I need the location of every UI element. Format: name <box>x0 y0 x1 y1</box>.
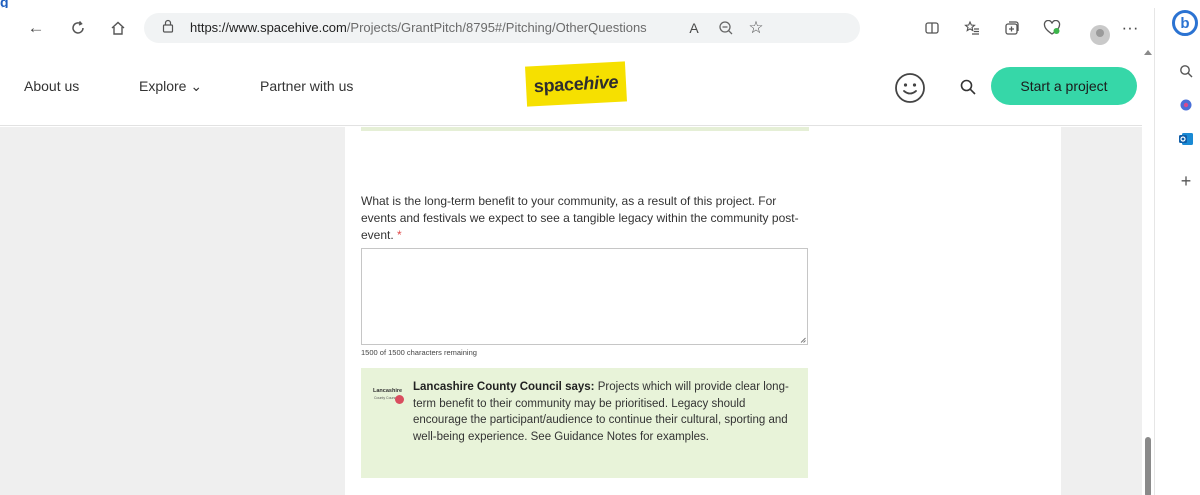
browser-essentials-icon[interactable] <box>1038 14 1066 42</box>
resize-grip-icon[interactable] <box>800 337 806 343</box>
nav-explore[interactable]: Explore ⌄ <box>139 78 202 95</box>
profile-avatar[interactable] <box>1090 25 1110 45</box>
site-search-icon[interactable] <box>960 79 976 95</box>
site-header: About us Explore ⌄ Partner with us space… <box>0 48 1154 126</box>
spacehive-logo[interactable]: spacehive <box>525 61 627 107</box>
favorites-icon[interactable] <box>958 14 986 42</box>
sidebar-add-icon[interactable]: + <box>1177 171 1195 191</box>
site-info-icon[interactable] <box>162 19 178 35</box>
back-icon[interactable]: ← <box>22 14 50 42</box>
edge-sidebar <box>1154 8 1200 495</box>
page-viewport: About us Explore ⌄ Partner with us space… <box>0 48 1154 495</box>
answer-textarea[interactable] <box>361 248 808 345</box>
collections-icon[interactable] <box>998 14 1026 42</box>
scroll-thumb[interactable] <box>1145 437 1151 495</box>
red-rose-icon <box>395 395 404 404</box>
form-panel: What is the long-term benefit to your co… <box>345 127 1061 495</box>
logo-text-italic: hive <box>582 71 619 94</box>
window-title-strip: g <box>0 0 1200 10</box>
character-counter: 1500 of 1500 characters remaining <box>361 348 477 357</box>
sidebar-search-icon[interactable] <box>1177 62 1195 80</box>
council-note-author: Lancashire County Council says: <box>413 381 595 393</box>
feedback-smiley-icon[interactable] <box>894 72 926 104</box>
previous-note-edge <box>361 127 809 131</box>
url-text: https://www.spacehive.com/Projects/Grant… <box>190 20 647 35</box>
nav-partner-with-us[interactable]: Partner with us <box>260 78 353 94</box>
required-asterisk: * <box>397 228 402 242</box>
scroll-up-arrow-icon[interactable] <box>1144 50 1152 55</box>
read-aloud-icon[interactable]: A <box>680 14 708 42</box>
more-menu-icon[interactable]: ··· <box>1116 14 1144 42</box>
refresh-icon[interactable] <box>64 14 92 42</box>
browser-window: g ← https://www.spacehive.com/Projects/G… <box>0 0 1200 495</box>
sidebar-outlook-icon[interactable] <box>1177 130 1195 148</box>
nav-about-us[interactable]: About us <box>24 78 79 94</box>
council-note-text: Lancashire County Council says: Projects… <box>413 379 798 446</box>
browser-toolbar: ← https://www.spacehive.com/Projects/Gra… <box>0 8 1200 48</box>
logo-text-plain: space <box>533 73 584 96</box>
zoom-icon[interactable] <box>712 14 740 42</box>
split-screen-icon[interactable] <box>918 14 946 42</box>
council-note: Lancashire County Council Lancashire Cou… <box>361 368 808 478</box>
favorite-star-icon[interactable]: ☆ <box>742 14 770 42</box>
sidebar-shopping-icon[interactable] <box>1177 96 1195 114</box>
home-icon[interactable] <box>104 14 132 42</box>
start-project-button[interactable]: Start a project <box>991 67 1137 105</box>
bing-chat-icon[interactable]: b <box>1172 10 1198 36</box>
page-scrollbar[interactable] <box>1142 48 1154 495</box>
lancashire-logo: Lancashire County Council <box>373 387 405 405</box>
question-label: What is the long-term benefit to your co… <box>361 194 799 242</box>
